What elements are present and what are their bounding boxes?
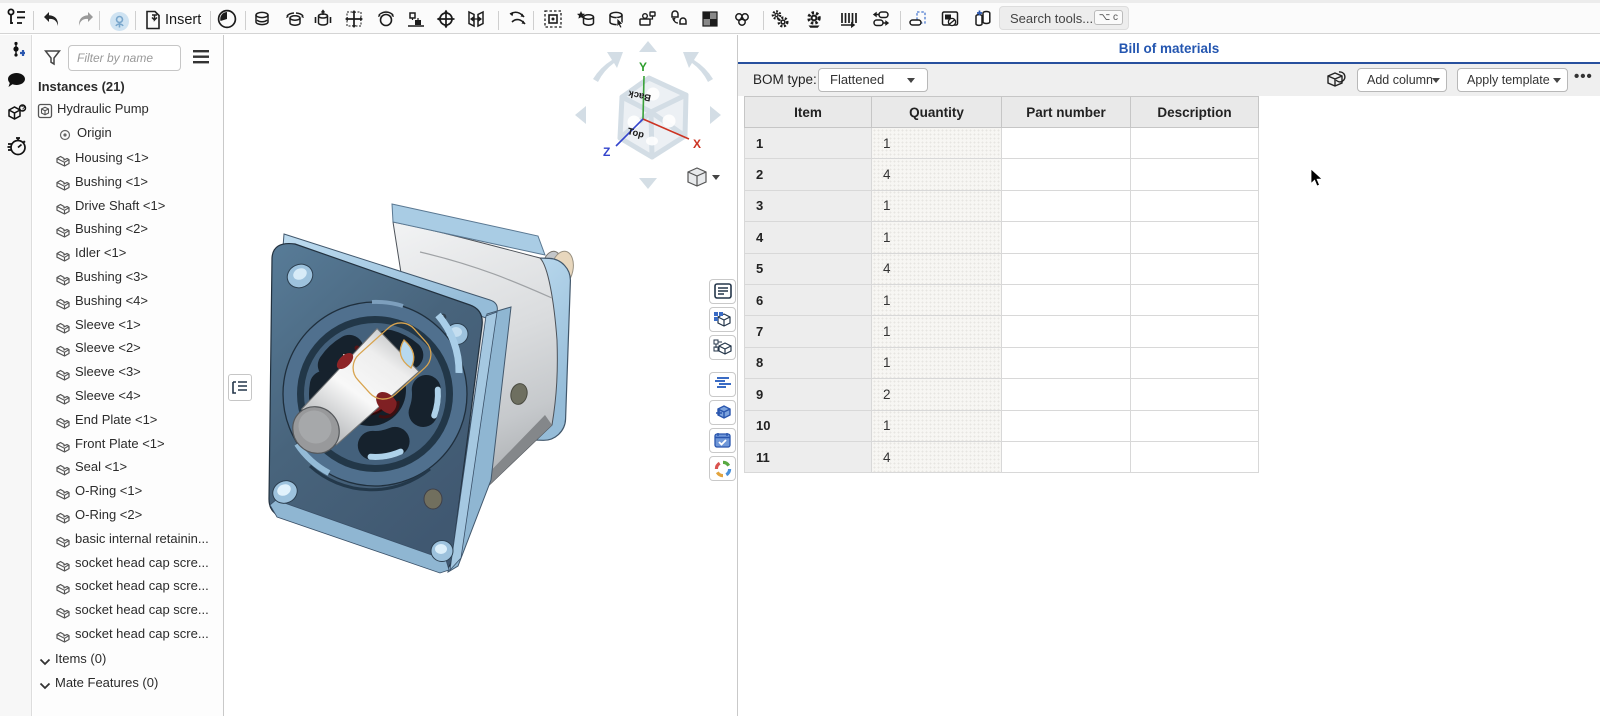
svg-text:?: ? bbox=[21, 106, 25, 113]
svg-text:Z: Z bbox=[603, 145, 610, 159]
svg-text:Y: Y bbox=[639, 60, 647, 74]
svg-text:X: X bbox=[693, 137, 701, 151]
